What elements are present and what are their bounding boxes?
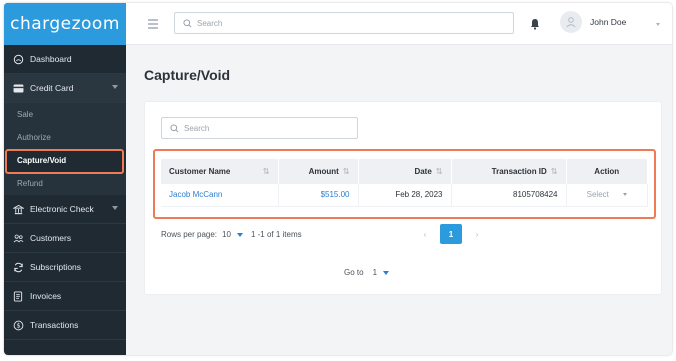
- rows-per-page: Rows per page: 10 1 -1 of 1 items: [161, 230, 302, 239]
- avatar: [560, 11, 582, 33]
- sidebar-item-electronic-check[interactable]: Electronic Check: [4, 195, 126, 224]
- dollar-circle-icon: $: [12, 319, 24, 331]
- rows-per-page-value: 10: [222, 230, 231, 239]
- page-title: Capture/Void: [144, 67, 231, 83]
- table-search-placeholder: Search: [184, 123, 210, 133]
- sidebar-item-label: Electronic Check: [30, 204, 94, 214]
- sidebar: chargezoom Dashboard Credit Card Sale Au…: [4, 3, 126, 355]
- user-name: John Doe: [590, 17, 627, 27]
- sidebar-item-dashboard[interactable]: Dashboard: [4, 45, 126, 74]
- user-menu[interactable]: John Doe: [560, 11, 626, 33]
- bank-icon: [12, 203, 24, 215]
- items-range: 1 -1 of 1 items: [250, 230, 302, 239]
- table-search-input[interactable]: Search: [161, 117, 358, 139]
- goto-page: Go to 1: [344, 268, 390, 277]
- home-icon: [12, 53, 24, 65]
- invoice-icon: [12, 290, 24, 302]
- capture-void-highlight: [5, 149, 124, 174]
- page-button-current[interactable]: 1: [440, 224, 462, 244]
- sidebar-item-authorize[interactable]: Authorize: [4, 126, 126, 149]
- refresh-icon: [12, 261, 24, 273]
- sidebar-item-subscriptions[interactable]: Subscriptions: [4, 253, 126, 282]
- bell-icon[interactable]: [530, 17, 540, 35]
- rows-per-page-label: Rows per page:: [161, 230, 218, 239]
- sidebar-item-credit-card[interactable]: Credit Card: [4, 74, 126, 103]
- chevron-down-icon: [236, 232, 243, 237]
- chevron-down-icon: [112, 206, 118, 210]
- chevron-down-icon[interactable]: [656, 23, 660, 26]
- goto-select[interactable]: 1: [372, 268, 390, 277]
- sidebar-item-label: Dashboard: [30, 54, 72, 64]
- sidebar-item-refund[interactable]: Refund: [4, 172, 126, 195]
- app-window: chargezoom Dashboard Credit Card Sale Au…: [4, 3, 672, 355]
- sidebar-item-label: Credit Card: [30, 83, 74, 93]
- sidebar-item-label: Subscriptions: [30, 262, 82, 272]
- prev-page-button[interactable]: ‹: [414, 224, 436, 244]
- top-bar: Search John Doe: [126, 3, 672, 45]
- search-icon: [170, 123, 179, 132]
- svg-text:$: $: [16, 321, 20, 329]
- capture-void-card: Search Customer Name ⇅ Amount ⇅ Date ⇅ Tran…: [144, 101, 662, 295]
- rows-per-page-select[interactable]: 10: [222, 230, 243, 239]
- credit-card-icon: [12, 82, 24, 94]
- sidebar-item-customers[interactable]: Customers: [4, 224, 126, 253]
- sidebar-nav: Dashboard Credit Card Sale Authorize Cap…: [4, 45, 126, 340]
- goto-label: Go to: [344, 268, 364, 277]
- sidebar-item-sale[interactable]: Sale: [4, 103, 126, 126]
- search-icon: [183, 18, 192, 27]
- sidebar-item-invoices[interactable]: Invoices: [4, 282, 126, 311]
- sidebar-item-label: Customers: [30, 233, 72, 243]
- header-search-input[interactable]: Search: [174, 12, 514, 34]
- sidebar-item-label: Transactions: [30, 320, 79, 330]
- sidebar-item-label: Invoices: [30, 291, 62, 301]
- chevron-down-icon: [112, 85, 118, 89]
- logo-text: chargezoom: [10, 14, 120, 34]
- logo[interactable]: chargezoom: [4, 3, 126, 45]
- pagination: ‹ 1 ›: [412, 224, 490, 244]
- users-icon: [12, 232, 24, 244]
- menu-icon[interactable]: [148, 19, 158, 31]
- header-search-placeholder: Search: [197, 18, 223, 28]
- next-page-button[interactable]: ›: [466, 224, 488, 244]
- sidebar-item-transactions[interactable]: $ Transactions: [4, 311, 126, 340]
- chevron-down-icon: [383, 270, 390, 275]
- table-highlight: [153, 149, 656, 219]
- goto-value: 1: [372, 268, 378, 277]
